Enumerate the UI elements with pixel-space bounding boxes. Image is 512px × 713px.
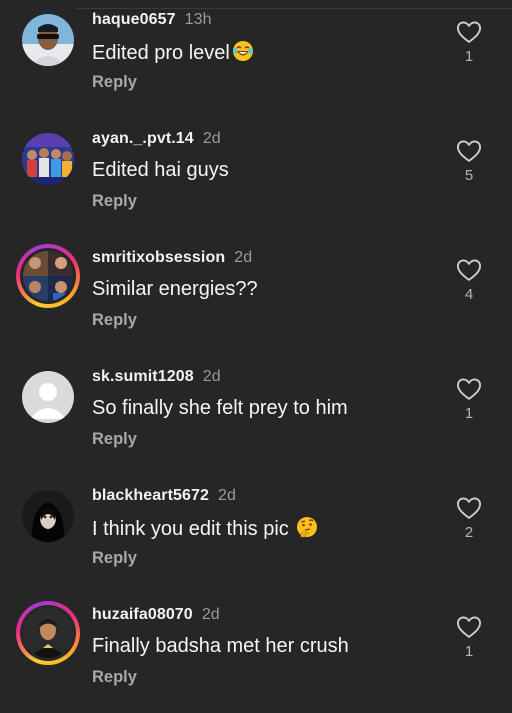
comment-text: Finally badsha met her crush: [92, 635, 349, 658]
like-count: 1: [464, 643, 474, 660]
comment-username[interactable]: sk.sumit1208 2d: [92, 368, 221, 386]
username-text[interactable]: huzaifa08070: [92, 606, 193, 623]
avatar: [20, 248, 76, 304]
comment-item: sk.sumit1208 2d So finally she felt prey …: [0, 357, 512, 475]
username-text[interactable]: sk.sumit1208: [92, 368, 194, 385]
comment-text: Edited hai guys: [92, 159, 229, 182]
thinking-emoji-icon: [296, 516, 318, 544]
comment-text-content: Edited pro level: [92, 42, 230, 64]
reply-button[interactable]: Reply: [92, 668, 137, 687]
comment-text: I think you edit this pic: [92, 516, 318, 544]
avatar[interactable]: [22, 133, 74, 185]
heart-icon[interactable]: [455, 18, 483, 46]
comment-item: smritixobsession 2d Similar energies?? Re…: [0, 238, 512, 356]
comment-text-content: I think you edit this pic: [92, 518, 295, 540]
avatar[interactable]: [22, 490, 74, 542]
comment-username[interactable]: ayan._.pvt.14 2d: [92, 130, 221, 148]
comment-item: ayan._.pvt.14 2d Edited hai guys Reply 5: [0, 119, 512, 237]
comment-username[interactable]: haque0657 13h: [92, 11, 212, 29]
username-text[interactable]: ayan._.pvt.14: [92, 130, 194, 147]
comment-time: 2d: [218, 487, 237, 504]
like-count: 1: [464, 405, 474, 422]
comment-time: 2d: [201, 606, 220, 623]
comment-username[interactable]: huzaifa08070 2d: [92, 606, 220, 624]
reply-button[interactable]: Reply: [92, 192, 137, 211]
reply-button[interactable]: Reply: [92, 311, 137, 330]
comment-item: blackheart5672 2d I think you edit this p…: [0, 476, 512, 594]
comment-time: 2d: [234, 249, 253, 266]
like-count: 5: [464, 167, 474, 184]
reply-button[interactable]: Reply: [92, 430, 137, 449]
heart-icon[interactable]: [455, 137, 483, 165]
heart-icon[interactable]: [455, 494, 483, 522]
username-text[interactable]: blackheart5672: [92, 487, 209, 504]
comment-text: Similar energies??: [92, 278, 258, 301]
comment-text-content: Similar energies??: [92, 278, 258, 300]
comment-username[interactable]: smritixobsession 2d: [92, 249, 252, 267]
comment-text: Edited pro level: [92, 40, 254, 68]
heart-icon[interactable]: [455, 256, 483, 284]
username-text[interactable]: haque0657: [92, 11, 176, 28]
heart-icon[interactable]: [455, 375, 483, 403]
comment-text-content: So finally she felt prey to him: [92, 397, 348, 419]
comment-text: So finally she felt prey to him: [92, 397, 348, 420]
comment-username[interactable]: blackheart5672 2d: [92, 487, 236, 505]
comment-text-content: Edited hai guys: [92, 159, 229, 181]
avatar[interactable]: [22, 14, 74, 66]
username-text[interactable]: smritixobsession: [92, 249, 225, 266]
heart-icon[interactable]: [455, 613, 483, 641]
avatar-story-ring[interactable]: [16, 601, 80, 665]
reply-button[interactable]: Reply: [92, 549, 137, 568]
avatar-story-ring[interactable]: [16, 244, 80, 308]
like-count: 2: [464, 524, 474, 541]
laughing-emoji-icon: [232, 40, 254, 68]
comment-time: 2d: [202, 368, 221, 385]
comment-item: huzaifa08070 2d Finally badsha met her cr…: [0, 595, 512, 713]
avatar: [20, 605, 76, 661]
comment-time: 2d: [202, 130, 221, 147]
comment-text-content: Finally badsha met her crush: [92, 635, 349, 657]
like-count: 1: [464, 48, 474, 65]
comment-item: haque0657 13h Edited pro level Reply 1: [0, 0, 512, 118]
comment-time: 13h: [184, 11, 212, 28]
like-count: 4: [464, 286, 474, 303]
reply-button[interactable]: Reply: [92, 73, 137, 92]
avatar[interactable]: [22, 371, 74, 423]
